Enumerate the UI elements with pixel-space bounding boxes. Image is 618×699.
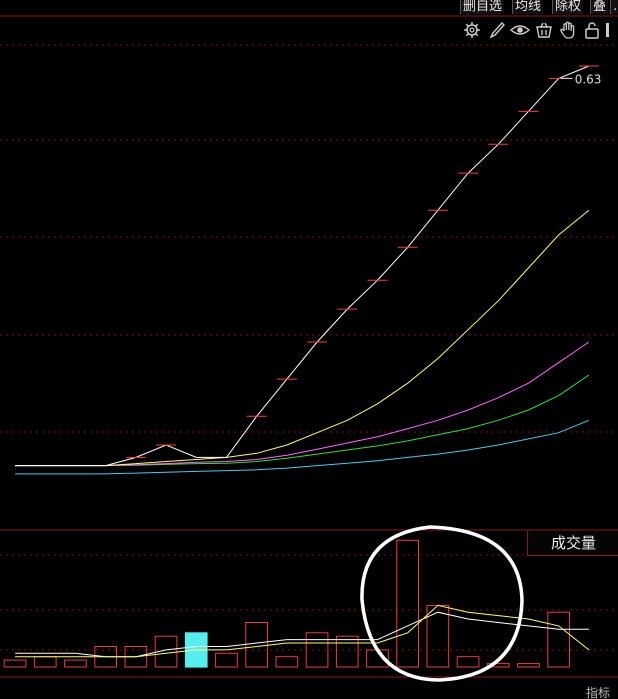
volume-bar bbox=[64, 659, 87, 668]
settings-gear-icon[interactable] bbox=[462, 20, 482, 40]
volume-ma-line bbox=[15, 611, 589, 658]
more-button[interactable]: … bbox=[610, 0, 618, 14]
hand-icon[interactable] bbox=[558, 20, 578, 40]
price-series-line bbox=[15, 209, 590, 467]
tool-icon-row bbox=[458, 20, 618, 40]
more-icon[interactable] bbox=[604, 20, 618, 40]
overlay-button[interactable]: 叠 bbox=[590, 0, 609, 14]
volume-bar bbox=[517, 663, 540, 668]
ex-rights-button[interactable]: 除权 bbox=[552, 0, 584, 14]
volume-bar bbox=[396, 539, 419, 668]
moving-average-button[interactable]: 均线 bbox=[512, 0, 544, 14]
lock-icon[interactable] bbox=[582, 20, 602, 40]
volume-bar bbox=[547, 611, 570, 668]
indicator-tab[interactable]: 指标 bbox=[586, 684, 618, 699]
volume-bar bbox=[456, 656, 480, 668]
volume-bar bbox=[245, 622, 269, 668]
top-toolbar: 删自选 均线 除权 叠 … bbox=[0, 0, 618, 16]
eye-icon[interactable] bbox=[510, 20, 530, 40]
highlight-circle bbox=[360, 525, 524, 682]
brush-icon[interactable] bbox=[486, 20, 506, 40]
price-label: 0.63 bbox=[575, 72, 602, 86]
volume-bar bbox=[275, 656, 299, 668]
remove-watchlist-button[interactable]: 删自选 bbox=[460, 0, 505, 14]
basket-icon[interactable] bbox=[534, 20, 554, 40]
price-series-line bbox=[15, 65, 590, 467]
chart-canvas: 0.63 bbox=[0, 15, 618, 682]
volume-bar bbox=[426, 604, 450, 668]
volume-bar bbox=[33, 656, 57, 668]
volume-bar bbox=[215, 652, 238, 668]
volume-title: 成交量 bbox=[527, 531, 618, 556]
volume-bar bbox=[335, 635, 359, 668]
volume-ma-line bbox=[15, 604, 590, 658]
volume-bar bbox=[3, 659, 27, 668]
